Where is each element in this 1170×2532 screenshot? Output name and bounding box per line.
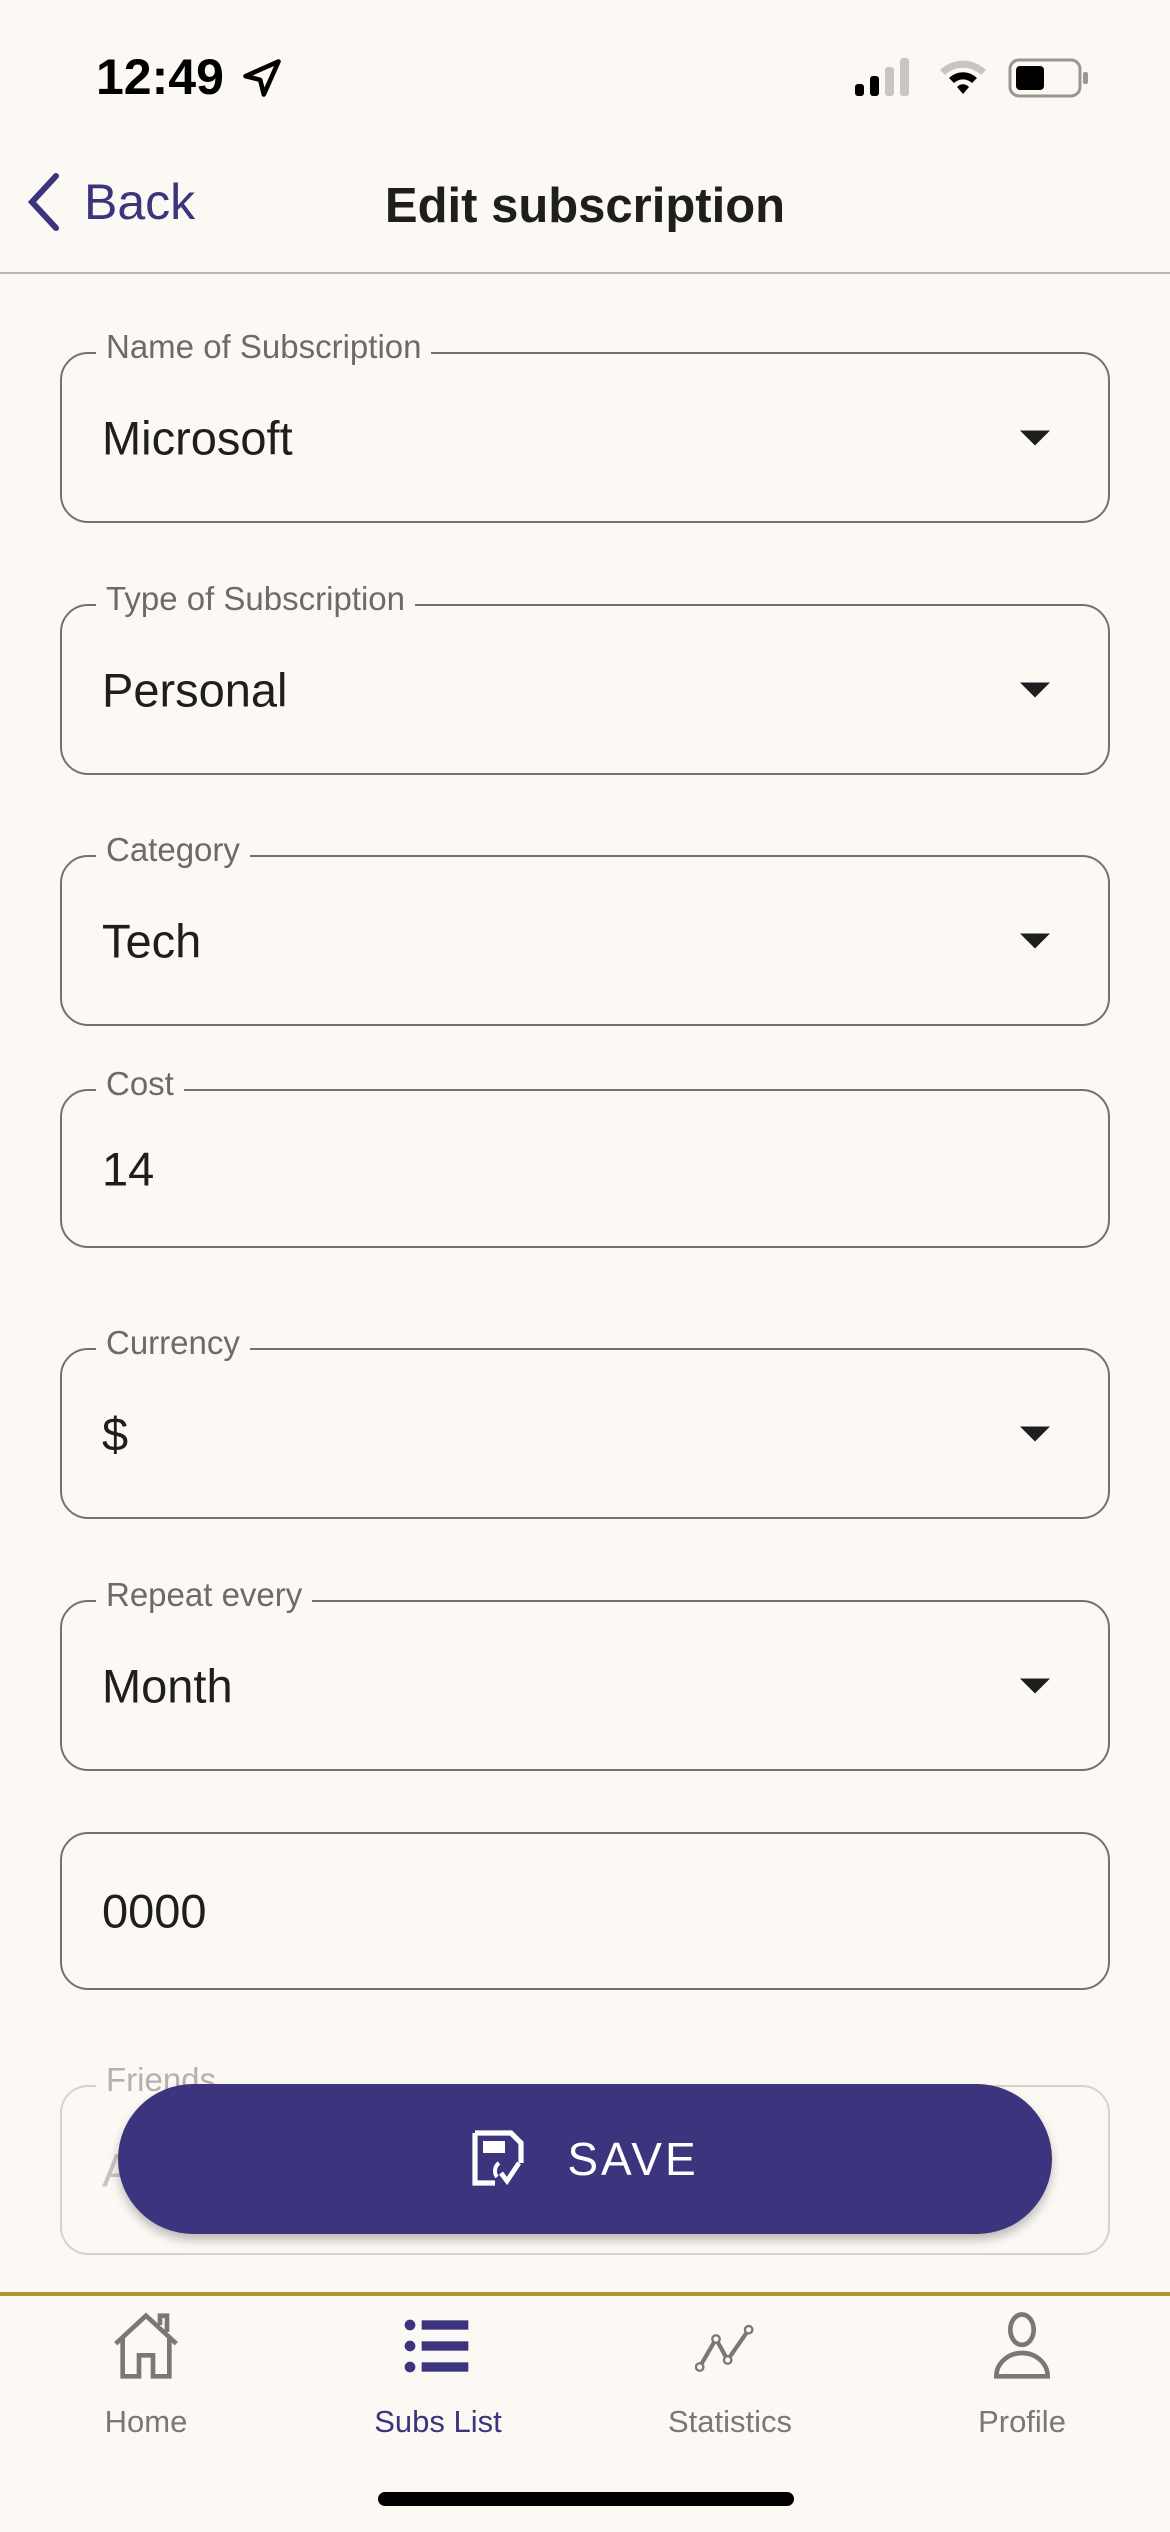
home-icon [114,2312,178,2379]
field-value: $ [102,1407,129,1460]
tab-label: Subs List [374,2404,502,2439]
tab-label: Home [104,2404,188,2439]
currency-select[interactable]: Currency $ [60,1324,1110,1519]
field-label: Currency [96,1324,250,1362]
subscription-name-select[interactable]: Name of Subscription Microsoft [60,328,1110,523]
dropdown-arrow-icon [1020,430,1050,445]
tab-home[interactable]: Home [0,2310,292,2440]
dropdown-arrow-icon [1020,1426,1050,1441]
subscription-type-select[interactable]: Type of Subscription Personal [60,580,1110,775]
field-value: Tech [102,914,202,967]
location-arrow-icon [243,59,281,97]
page-title: Edit subscription [384,179,786,233]
tab-label: Statistics [667,2404,793,2439]
cost-input[interactable]: Cost 14 [60,1065,1110,1248]
dropdown-arrow-icon [1020,1678,1050,1693]
field-label: Name of Subscription [96,328,432,366]
field-value: Month [102,1659,233,1712]
save-icon [472,2130,524,2186]
field-value: 14 [102,1142,155,1195]
battery-icon [1008,58,1088,98]
repeat-every-select[interactable]: Repeat every Month [60,1576,1110,1771]
wifi-icon [940,60,986,94]
field-label: Type of Subscription [96,580,415,618]
field-label: Category [96,831,250,869]
list-icon [404,2319,469,2373]
save-label: SAVE [567,2133,699,2185]
line-chart-icon [695,2324,754,2372]
profile-icon [993,2312,1051,2379]
tab-profile[interactable]: Profile [876,2310,1168,2440]
dropdown-arrow-icon [1020,933,1050,948]
field-value: 0000 [102,1884,207,1938]
tab-label: Profile [978,2404,1066,2439]
status-time: 12:49 [96,49,224,105]
save-button[interactable]: SAVE [118,2084,1052,2234]
tab-bar-divider [0,2292,1170,2296]
nav-divider [0,272,1170,274]
home-indicator [378,2492,794,2506]
dropdown-arrow-icon [1020,682,1050,697]
field-label: Cost [96,1065,184,1103]
tab-statistics[interactable]: Statistics [584,2310,876,2440]
signal-icon [855,58,909,96]
field-value: Microsoft [102,411,293,464]
date-input[interactable]: 0000 [60,1832,1110,1990]
category-select[interactable]: Category Tech [60,831,1110,1026]
tab-subs-list[interactable]: Subs List [292,2310,584,2440]
field-value: Personal [102,663,288,716]
field-label: Repeat every [96,1576,313,1614]
